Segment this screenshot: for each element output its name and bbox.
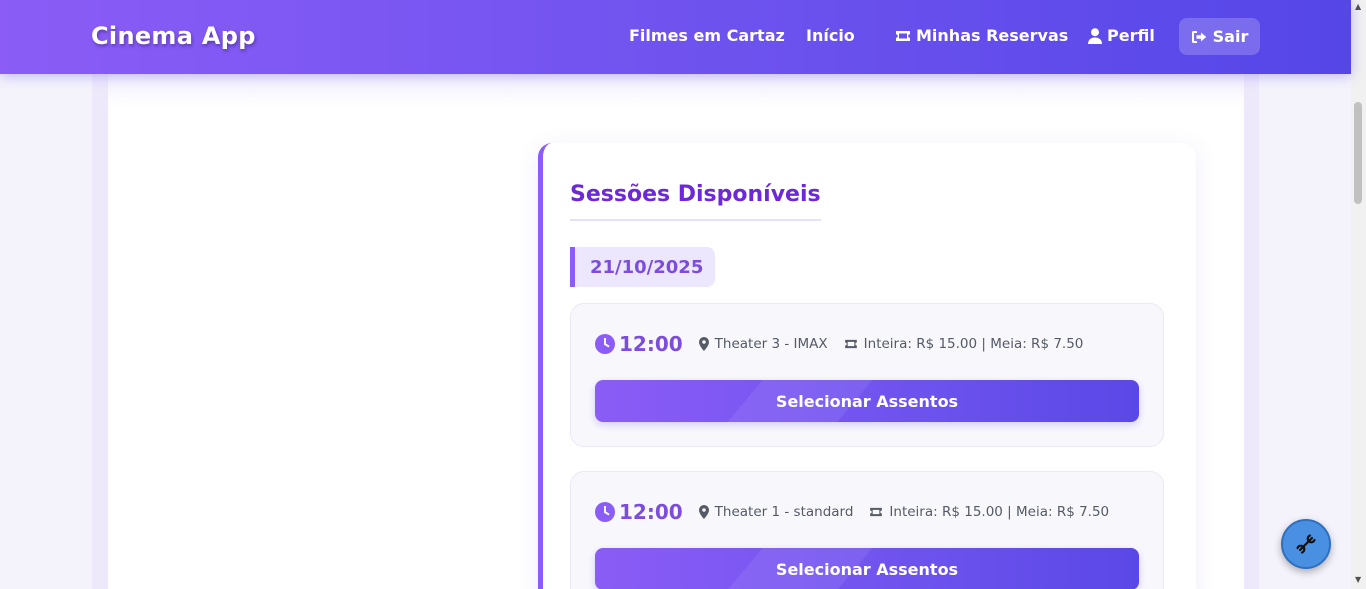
- logout-button[interactable]: Sair: [1179, 18, 1260, 55]
- ticket-icon: [870, 507, 883, 517]
- nav-inicio[interactable]: Início: [806, 26, 855, 45]
- nav-perfil[interactable]: Perfil: [1088, 26, 1155, 45]
- session-theater-text: Theater 1 - standard: [714, 504, 854, 520]
- session-info-row: 12:00 Theater 3 - IMAX Inteira: R$ 15.00…: [595, 332, 1099, 356]
- map-marker-icon: [698, 337, 709, 351]
- logout-label: Sair: [1212, 27, 1249, 46]
- scrollbar-thumb[interactable]: [1354, 102, 1362, 204]
- nav-inicio-label: Início: [806, 26, 855, 45]
- session-price: Inteira: R$ 15.00 | Meia: R$ 7.50: [844, 336, 1084, 352]
- content-top-fade: [108, 74, 1244, 108]
- session-price-text: Inteira: R$ 15.00 | Meia: R$ 7.50: [889, 504, 1110, 520]
- session-item: 12:00 Theater 3 - IMAX Inteira: R$ 15.00…: [570, 303, 1164, 447]
- ticket-icon: [844, 339, 857, 349]
- session-item: 12:00 Theater 1 - standard Inteira: R$ 1…: [570, 471, 1164, 589]
- session-time-text: 12:00: [619, 332, 683, 356]
- session-price: Inteira: R$ 15.00 | Meia: R$ 7.50: [869, 504, 1109, 520]
- brand-logo[interactable]: Cinema App: [91, 22, 256, 50]
- sessions-title: Sessões Disponíveis: [570, 182, 821, 221]
- nav-filmes-em-cartaz[interactable]: Filmes em Cartaz: [629, 26, 785, 45]
- floating-tools-button[interactable]: [1281, 519, 1331, 569]
- clock-icon: [595, 502, 615, 522]
- nav-reservas-label: Minhas Reservas: [916, 26, 1069, 45]
- nav-filmes-label: Filmes em Cartaz: [629, 26, 785, 45]
- session-time-text: 12:00: [619, 500, 683, 524]
- vertical-scrollbar[interactable]: [1351, 0, 1366, 589]
- session-date: 21/10/2025: [590, 256, 704, 278]
- select-seats-button[interactable]: Selecionar Assentos: [595, 380, 1139, 422]
- session-theater-text: Theater 3 - IMAX: [714, 336, 828, 352]
- select-seats-button[interactable]: Selecionar Assentos: [595, 548, 1139, 589]
- session-theater: Theater 1 - standard: [698, 504, 854, 520]
- session-date-badge: 21/10/2025: [570, 247, 715, 287]
- nav-perfil-label: Perfil: [1107, 26, 1155, 45]
- session-price-text: Inteira: R$ 15.00 | Meia: R$ 7.50: [863, 336, 1084, 352]
- session-time: 12:00: [595, 332, 683, 356]
- user-icon: [1088, 27, 1102, 44]
- navbar: Cinema App Filmes em Cartaz Início Minha…: [0, 0, 1351, 74]
- select-seats-label: Selecionar Assentos: [775, 559, 959, 579]
- wrench-icon: [1296, 534, 1316, 554]
- session-info-row: 12:00 Theater 1 - standard Inteira: R$ 1…: [595, 500, 1125, 524]
- scroll-up-arrow[interactable]: ▲: [1355, 3, 1361, 11]
- select-seats-label: Selecionar Assentos: [775, 391, 959, 411]
- session-time: 12:00: [595, 500, 683, 524]
- clock-icon: [595, 334, 615, 354]
- ticket-icon: [896, 30, 910, 41]
- sign-out-icon: [1191, 30, 1206, 43]
- nav-minhas-reservas[interactable]: Minhas Reservas: [895, 26, 1068, 45]
- session-theater: Theater 3 - IMAX: [698, 336, 828, 352]
- scroll-down-arrow[interactable]: ▼: [1355, 576, 1361, 584]
- map-marker-icon: [698, 505, 709, 519]
